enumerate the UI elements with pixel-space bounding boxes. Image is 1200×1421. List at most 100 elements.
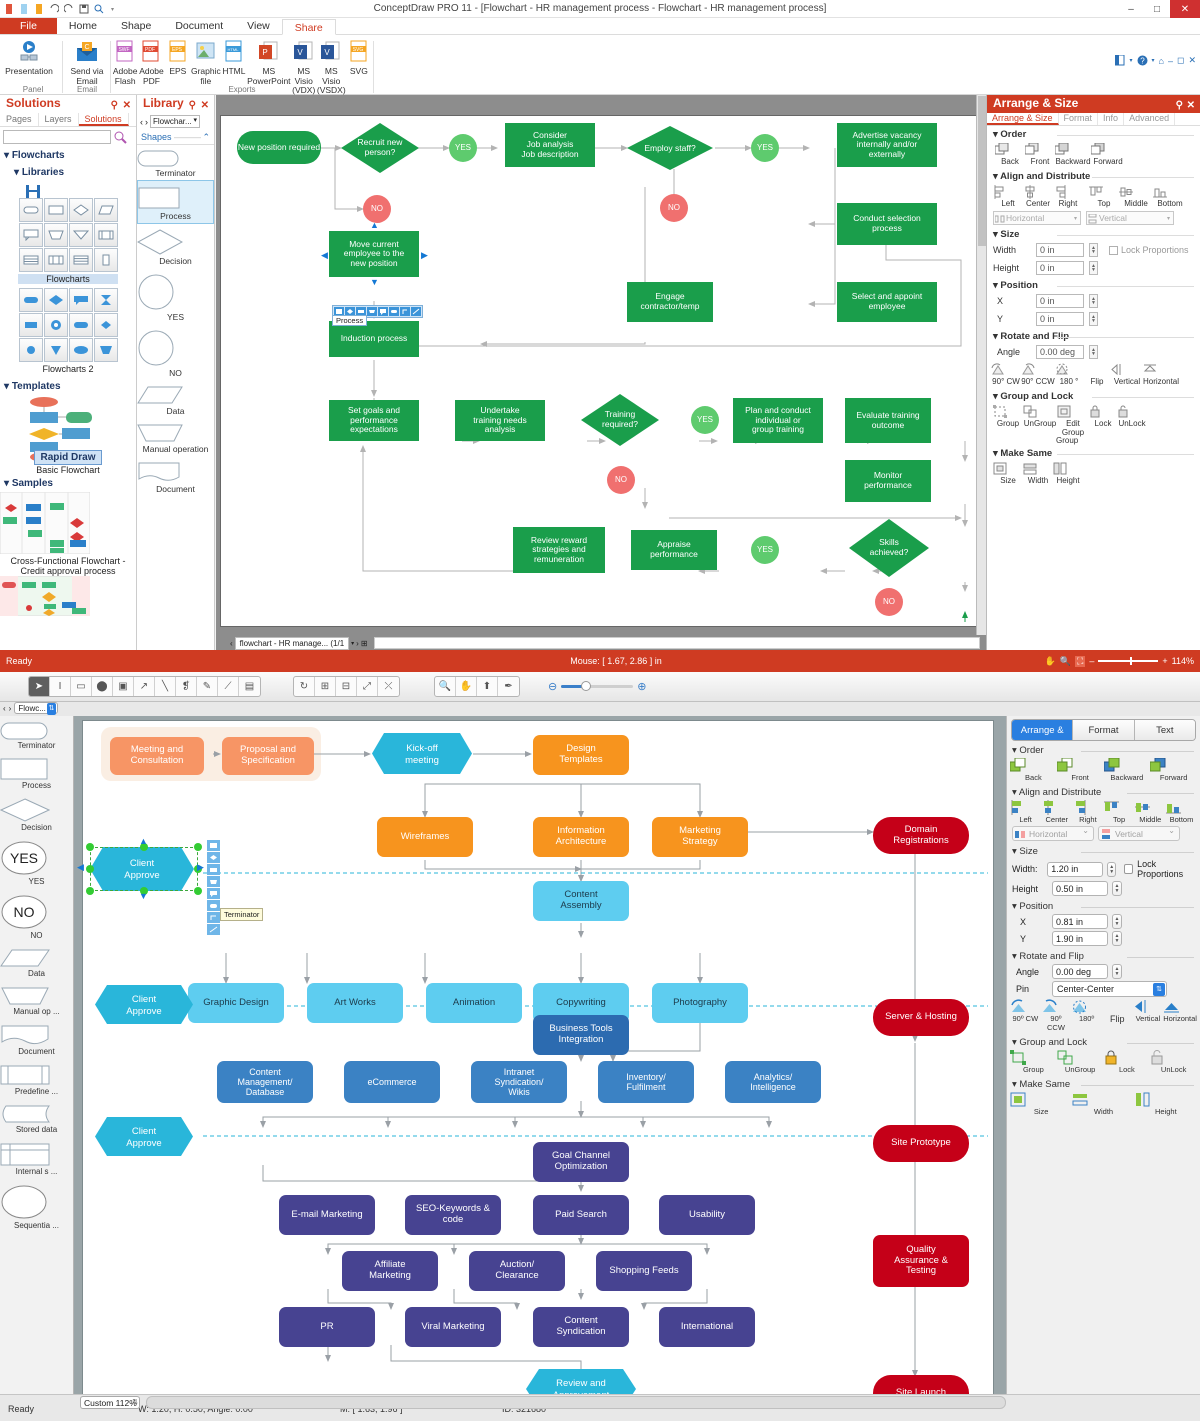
rd-decision-icon[interactable] bbox=[207, 852, 220, 863]
lock-proportions-checkbox[interactable] bbox=[1124, 864, 1134, 874]
node-seo-keywords-code[interactable]: SEO-Keywords & code bbox=[405, 1195, 501, 1235]
distribute-horizontal-select[interactable]: Horizontal bbox=[1012, 826, 1094, 841]
align-left-button[interactable]: Left bbox=[993, 185, 1023, 208]
node-photography[interactable]: Photography bbox=[652, 983, 748, 1023]
flowcharts-shape-grid[interactable] bbox=[18, 198, 118, 272]
node-plan-conduct-training[interactable]: Plan and conduct individual or group train… bbox=[733, 398, 823, 443]
width-input[interactable] bbox=[1047, 861, 1104, 877]
lock-button[interactable]: Lock bbox=[1104, 1050, 1151, 1074]
rotate-90cw-button[interactable]: 90° CW bbox=[991, 363, 1021, 386]
restore-ribbon-icon[interactable]: ◻ bbox=[1177, 55, 1184, 66]
pin-icon[interactable]: ⚲ bbox=[111, 97, 118, 114]
close-icon[interactable]: ✕ bbox=[201, 97, 209, 114]
x-input[interactable] bbox=[1036, 294, 1084, 308]
mac-shape-internal-storage[interactable]: Internal s ... bbox=[0, 1136, 73, 1178]
node-new-position-required[interactable]: New position required bbox=[237, 131, 321, 164]
rd-connector-icon[interactable] bbox=[207, 912, 220, 923]
node-server-hosting[interactable]: Server & Hosting bbox=[873, 999, 969, 1036]
align-center-button[interactable]: Center bbox=[1041, 800, 1072, 824]
rd-line-icon[interactable] bbox=[411, 307, 421, 316]
shape-callout-icon[interactable] bbox=[18, 223, 43, 247]
mac-shape-terminator[interactable]: Terminator bbox=[0, 716, 73, 752]
tab-layers[interactable]: Layers bbox=[39, 113, 79, 126]
shape-extract-icon[interactable] bbox=[68, 223, 93, 247]
mac-zoom-slider-group[interactable]: ⊖ ⊕ bbox=[548, 680, 646, 693]
library-caption-flowcharts[interactable]: Flowcharts bbox=[18, 274, 118, 284]
shape-process-icon[interactable] bbox=[43, 198, 68, 222]
width-input[interactable] bbox=[1036, 243, 1084, 257]
group-buttons[interactable]: Group UnGroup Lock UnLock bbox=[1007, 1049, 1200, 1075]
ribbon-tab-file[interactable]: File bbox=[0, 18, 57, 34]
align-bottom-button[interactable]: Bottom bbox=[1165, 800, 1197, 824]
angle-input[interactable] bbox=[1052, 964, 1108, 979]
curve-icon[interactable]: ❡ bbox=[176, 677, 197, 696]
mac-shape-no[interactable]: NO NO bbox=[0, 888, 73, 942]
pin-icon[interactable]: ⚲ bbox=[189, 97, 196, 114]
node-design-templates[interactable]: Design Templates bbox=[533, 735, 629, 775]
node-conduct-selection-process[interactable]: Conduct selection process bbox=[837, 203, 937, 245]
edit-group-button[interactable]: Edit Group bbox=[1057, 405, 1089, 437]
disconnect-icon[interactable]: ⤫ bbox=[378, 677, 399, 696]
section-position[interactable]: ▾ Position bbox=[1007, 897, 1200, 913]
distribute-vertical-select[interactable]: Vertical bbox=[1086, 211, 1174, 225]
website-flowchart-canvas[interactable]: Meeting and Consultation Proposal and Spec… bbox=[77, 720, 994, 1412]
group-button[interactable]: Group bbox=[1010, 1050, 1057, 1074]
section-align-distribute[interactable]: ▾ Align and Distribute bbox=[1007, 783, 1200, 799]
rotate-180-button[interactable]: 180º bbox=[1071, 999, 1102, 1032]
group-buttons[interactable]: Group UnGroup Edit Group Lock UnLock bbox=[987, 403, 1200, 439]
tab-text[interactable]: Text bbox=[1134, 720, 1195, 740]
panel-toggle-icon[interactable] bbox=[1115, 55, 1125, 66]
mac-toolbar[interactable]: ➤ I ▭ ⬤ ▣ ↗ ╲ ❡ ✎ ⟋ ▤ ↻ ⊞ ⊟ ⤢ ⤫ 🔍 ✋ ⬆ ✒ … bbox=[0, 672, 1200, 702]
page-add-icon[interactable]: ⊞ bbox=[361, 639, 368, 648]
ribbon-tab-view[interactable]: View bbox=[235, 18, 282, 34]
order-front-button[interactable]: Front bbox=[1025, 143, 1055, 166]
make-same-buttons[interactable]: Size Width Height bbox=[987, 460, 1200, 487]
text-icon[interactable]: I bbox=[50, 677, 71, 696]
node-yes-1[interactable]: YES bbox=[449, 134, 477, 162]
pin-select[interactable]: Center-Center bbox=[1052, 981, 1167, 997]
save-library-icon[interactable] bbox=[26, 185, 40, 198]
zoom-slider[interactable] bbox=[1098, 657, 1159, 665]
rd-connector-icon[interactable] bbox=[400, 307, 410, 316]
node-select-appoint-employee[interactable]: Select and appoint employee bbox=[837, 282, 937, 322]
node-content-syndication[interactable]: Content Syndication bbox=[533, 1307, 629, 1347]
node-shopping-feeds[interactable]: Shopping Feeds bbox=[596, 1251, 692, 1291]
rapid-draw-palette-vertical[interactable] bbox=[207, 840, 220, 935]
rd-callout-icon[interactable] bbox=[207, 888, 220, 899]
eyedropper-icon[interactable]: ✒ bbox=[498, 677, 519, 696]
pointer-icon[interactable]: ➤ bbox=[29, 677, 50, 696]
shape2-decision-icon[interactable] bbox=[43, 288, 68, 312]
rotate-icon[interactable]: ↻ bbox=[294, 677, 315, 696]
page-tab-1[interactable]: flowchart - HR manage... (1/1 bbox=[234, 636, 350, 650]
node-email-marketing[interactable]: E-mail Marketing bbox=[279, 1195, 375, 1235]
node-skills-achieved[interactable]: Skillsachieved? bbox=[849, 519, 929, 577]
horizontal-scrollbar[interactable] bbox=[373, 637, 980, 649]
rd-manual-icon[interactable] bbox=[367, 307, 377, 316]
shape2-trapezoid-icon[interactable] bbox=[93, 338, 118, 362]
mac-shape-data[interactable]: Data bbox=[0, 942, 73, 980]
close-icon[interactable]: ✕ bbox=[123, 97, 131, 114]
shape-decision-icon[interactable] bbox=[68, 198, 93, 222]
bottom-arrow-icon[interactable]: ▼ bbox=[139, 891, 148, 901]
section-align-distribute[interactable]: ▾ Align and Distribute bbox=[987, 168, 1200, 183]
right-arrow-icon[interactable]: ▶ bbox=[197, 862, 204, 873]
node-meeting-consultation[interactable]: Meeting and Consultation bbox=[110, 737, 204, 775]
tab-format[interactable]: Format bbox=[1059, 113, 1099, 125]
canvas-vertical-scrollbar[interactable] bbox=[976, 95, 986, 635]
node-site-prototype[interactable]: Site Prototype bbox=[873, 1125, 969, 1162]
bottom-handle-arrow-icon[interactable]: ▼ bbox=[370, 277, 379, 287]
arrange-panel-tabs[interactable]: Arrange & Size Format Info Advanced bbox=[987, 113, 1200, 126]
mac-panel-tabs[interactable]: Arrange & Size Format Text bbox=[1011, 719, 1196, 741]
library-shape-process[interactable]: Process bbox=[137, 180, 214, 224]
node-induction-process[interactable]: Induction process bbox=[329, 321, 419, 357]
node-affiliate-marketing[interactable]: Affiliate Marketing bbox=[342, 1251, 438, 1291]
mac-shape-document[interactable]: Document bbox=[0, 1018, 73, 1058]
ribbon-tab-document[interactable]: Document bbox=[163, 18, 235, 34]
mac-shape-yes[interactable]: YES YES bbox=[0, 834, 73, 888]
pen-icon[interactable]: ✎ bbox=[197, 677, 218, 696]
rotate-90cw-button[interactable]: 90º CW bbox=[1010, 999, 1041, 1032]
y-stepper[interactable]: ▲ ▼ bbox=[1112, 931, 1122, 946]
rotate-buttons[interactable]: 90º CW 90º CCW 180º Flip Vertical Horizo… bbox=[1007, 998, 1200, 1033]
node-no-4[interactable]: NO bbox=[875, 588, 903, 616]
library-shape-no[interactable]: NO bbox=[137, 324, 214, 380]
